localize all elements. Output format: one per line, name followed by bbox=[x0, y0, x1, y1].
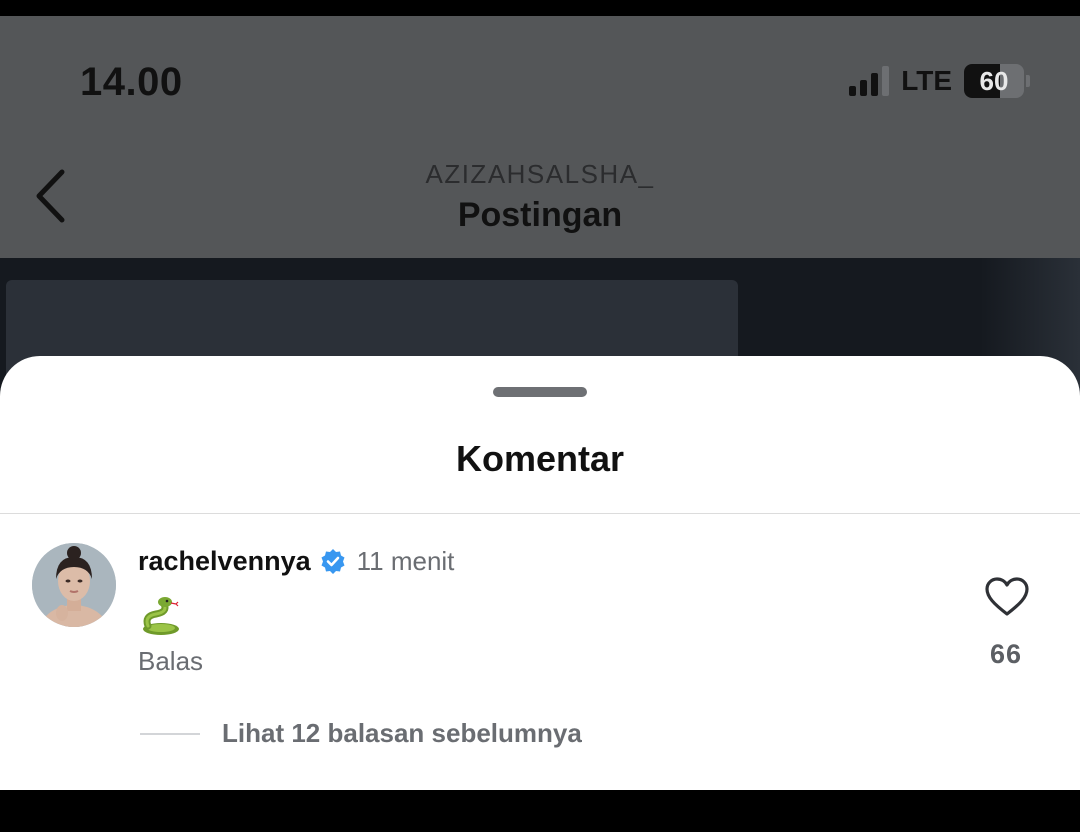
replies-divider-line bbox=[140, 733, 200, 735]
sheet-title: Komentar bbox=[455, 438, 625, 479]
comment-username[interactable]: rachelvennya bbox=[138, 546, 311, 577]
reply-button[interactable]: Balas bbox=[138, 646, 203, 677]
comment-time: 11 menit bbox=[356, 546, 455, 576]
signal-icon bbox=[849, 66, 890, 96]
heart-icon[interactable] bbox=[984, 576, 1030, 618]
top-border bbox=[0, 0, 1080, 16]
view-replies-button[interactable]: Lihat 12 balasan sebelumnya bbox=[222, 718, 582, 749]
battery-icon: 60 bbox=[964, 64, 1024, 98]
battery-level: 60 bbox=[979, 65, 1009, 96]
verified-badge-icon bbox=[321, 548, 345, 574]
page-title: Postingan bbox=[457, 196, 623, 234]
comment-header: rachelvennya 11 menit bbox=[138, 546, 454, 577]
sheet-drag-handle[interactable] bbox=[493, 387, 587, 397]
like-count: 66 bbox=[989, 639, 1023, 669]
divider bbox=[0, 513, 1080, 514]
screen: 14.00 LTE 60 AZIZAHSALSHA_ Postingan Kom… bbox=[0, 16, 1080, 790]
network-type: LTE bbox=[901, 65, 952, 96]
status-icons: LTE 60 bbox=[849, 64, 1030, 98]
header-username: AZIZAHSALSHA_ bbox=[425, 159, 655, 189]
status-time: 14.00 bbox=[80, 60, 183, 104]
snake-emoji-icon bbox=[143, 597, 179, 635]
comments-sheet: Komentar rachelvennya 11 menit Balas 66 … bbox=[0, 356, 1080, 790]
bottom-border bbox=[0, 790, 1080, 832]
avatar[interactable] bbox=[32, 543, 116, 627]
